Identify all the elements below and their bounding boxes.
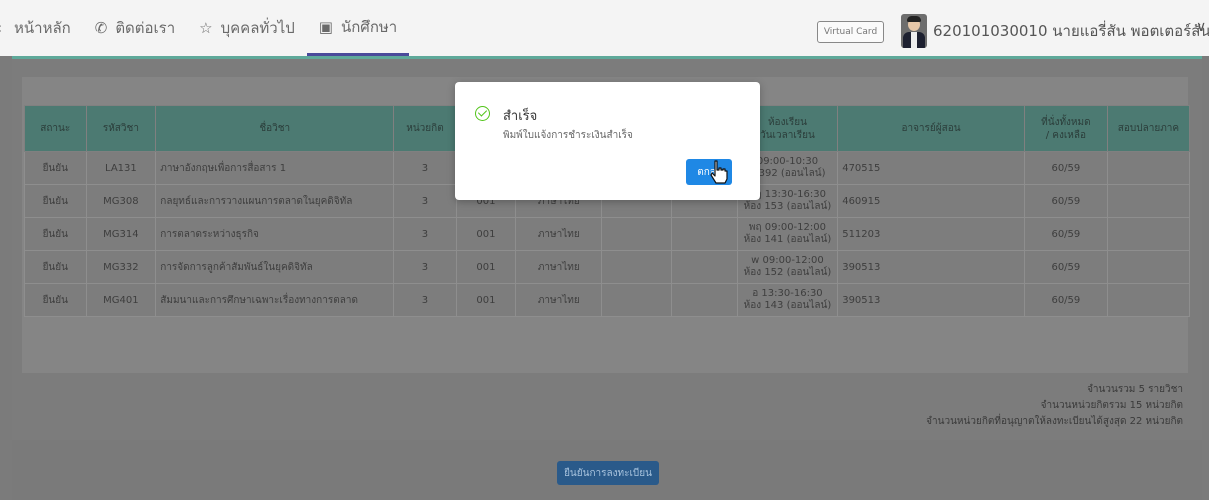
hand-cursor-icon xyxy=(710,160,728,184)
credit-cell: 3 xyxy=(393,151,457,185)
name-cell: การตลาดระหว่างธุรกิจ xyxy=(155,217,395,251)
header-name: ชื่อวิชา xyxy=(155,105,395,152)
status-cell: ยืนยัน xyxy=(24,283,87,317)
virtual-card-button[interactable]: Virtual Card xyxy=(817,21,884,43)
col6-cell xyxy=(601,217,673,251)
teacher-cell: 511203 xyxy=(837,217,1025,251)
success-check-icon xyxy=(475,106,490,121)
name-cell: สัมมนาและการศึกษาเฉพาะเรื่องทางการตลาด xyxy=(155,283,395,317)
teacher-cell: 390513 xyxy=(837,283,1025,317)
room-text: ห้อง 152 (ออนไลน์) xyxy=(743,267,832,278)
credit-cell: 3 xyxy=(393,184,457,218)
code-cell: MG332 xyxy=(85,250,157,284)
exam-cell xyxy=(1106,151,1191,185)
col6-cell xyxy=(601,283,673,317)
room-time-cell: อ 13:30-16:30 ห้อง 143 (ออนไลน์) xyxy=(736,283,839,317)
credit-cell: 3 xyxy=(393,217,457,251)
confirm-registration-button[interactable]: ยืนยันการลงทะเบียน xyxy=(557,461,659,485)
nav-public-label: บุคคลทั่วไป xyxy=(220,19,295,37)
status-cell: ยืนยัน xyxy=(24,250,87,284)
summary-total-credits: จำนวนหน่วยกิตรวม 15 หน่วยกิต xyxy=(1040,400,1183,411)
code-cell: MG314 xyxy=(85,217,157,251)
seats-cell: 60/59 xyxy=(1023,151,1108,185)
exam-cell xyxy=(1106,217,1191,251)
modal-title: สำเร็จ xyxy=(503,109,538,124)
time-text: w 09:00-12:00 xyxy=(751,255,824,266)
status-cell: ยืนยัน xyxy=(24,184,87,218)
teacher-cell: 390513 xyxy=(837,250,1025,284)
header-status: สถานะ xyxy=(24,105,87,152)
room-text: ห้อง 153 (ออนไลน์) xyxy=(743,201,832,212)
section-cell: 001 xyxy=(455,250,517,284)
col7-cell xyxy=(671,283,738,317)
nav-home[interactable]: หน้าหลัก xyxy=(2,0,83,56)
seats-cell: 60/59 xyxy=(1023,250,1108,284)
teacher-cell: 470515 xyxy=(837,151,1025,185)
code-cell: LA131 xyxy=(85,151,157,185)
summary-max-credits: จำนวนหน่วยกิตที่อนุญาตให้ลงทะเบียนได้สูง… xyxy=(926,416,1183,427)
exam-cell xyxy=(1106,250,1191,284)
nav-contact[interactable]: ✆ ติดต่อเรา xyxy=(83,0,187,56)
table-row: ยืนยัน MG332 การจัดการลูกค้าสัมพันธ์ในยุ… xyxy=(24,250,1191,284)
phone-icon: ✆ xyxy=(94,19,108,37)
seats-cell: 60/59 xyxy=(1023,184,1108,218)
star-icon: ☆ xyxy=(199,19,213,37)
col7-cell xyxy=(671,217,738,251)
user-name[interactable]: 620101030010 นายแอรี่สัน พอตเตอร์สัน สมม… xyxy=(933,19,1209,43)
language-cell: ภาษาไทย xyxy=(515,283,603,317)
exam-cell xyxy=(1106,184,1191,218)
header-credit: หน่วยกิต xyxy=(393,105,457,152)
registration-summary: จำนวนรวม 5 รายวิชา จำนวนหน่วยกิตรวม 15 ห… xyxy=(926,382,1183,430)
room-text: ห้อง 143 (ออนไลน์) xyxy=(743,300,832,311)
section-cell: 001 xyxy=(455,217,517,251)
time-text: อ 13:30-16:30 xyxy=(752,288,823,299)
table-row: ยืนยัน MG401 สัมมนาและการศึกษาเฉพาะเรื่อ… xyxy=(24,283,1191,317)
status-cell: ยืนยัน xyxy=(24,217,87,251)
summary-course-count: จำนวนรวม 5 รายวิชา xyxy=(1087,384,1183,395)
header-seats: ที่นั่งทั้งหมด / คงเหลือ xyxy=(1023,105,1108,152)
teacher-cell: 460915 xyxy=(837,184,1025,218)
credit-cell: 3 xyxy=(393,250,457,284)
name-cell: การจัดการลูกค้าสัมพันธ์ในยุคดิจิทัล xyxy=(155,250,395,284)
name-cell: กลยุทธ์และการวางแผนการตลาดในยุคดิจิทัล xyxy=(155,184,395,218)
nav-home-label: หน้าหลัก xyxy=(14,19,71,37)
header-final-exam: สอบปลายภาค xyxy=(1106,105,1191,152)
exam-cell xyxy=(1106,283,1191,317)
header-teacher: อาจารย์ผู้สอน xyxy=(837,105,1025,152)
seats-cell: 60/59 xyxy=(1023,217,1108,251)
code-cell: MG308 xyxy=(85,184,157,218)
avatar[interactable] xyxy=(901,14,927,48)
nav-student-label: นักศึกษา xyxy=(340,17,398,36)
col6-cell xyxy=(601,250,673,284)
room-text: ห้อง 141 (ออนไลน์) xyxy=(743,234,832,245)
header-code: รหัสวิชา xyxy=(85,105,157,152)
nav-public[interactable]: ☆ บุคคลทั่วไป xyxy=(187,0,307,56)
room-time-cell: พฤ 09:00-12:00 ห้อง 141 (ออนไลน์) xyxy=(736,217,839,251)
language-cell: ภาษาไทย xyxy=(515,250,603,284)
name-cell: ภาษาอังกฤษเพื่อการสื่อสาร 1 xyxy=(155,151,395,185)
seats-cell: 60/59 xyxy=(1023,283,1108,317)
col7-cell xyxy=(671,250,738,284)
nav-student[interactable]: ▣ นักศึกษา xyxy=(306,0,410,56)
table-row: ยืนยัน MG314 การตลาดระหว่างธุรกิจ 3 001 … xyxy=(24,217,1191,251)
language-cell: ภาษาไทย xyxy=(515,217,603,251)
section-cell: 001 xyxy=(455,283,517,317)
id-card-icon: ▣ xyxy=(318,17,333,36)
code-cell: MG401 xyxy=(85,283,157,317)
room-time-cell: w 09:00-12:00 ห้อง 152 (ออนไลน์) xyxy=(736,250,839,284)
modal-message: พิมพ์ใบแจ้งการชำระเงินสำเร็จ xyxy=(503,130,633,141)
status-cell: ยืนยัน xyxy=(24,151,87,185)
time-text: พฤ 09:00-12:00 xyxy=(748,222,826,233)
chevron-down-icon[interactable]: ∨ xyxy=(1196,19,1206,35)
nav-contact-label: ติดต่อเรา xyxy=(115,19,176,37)
credit-cell: 3 xyxy=(393,283,457,317)
